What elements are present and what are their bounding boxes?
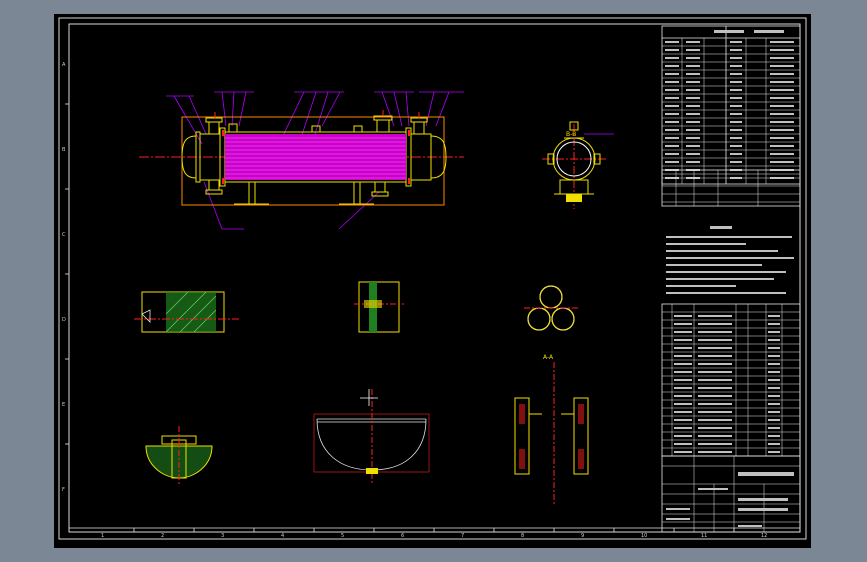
zone-ruler-bottom: 1 2 3 4 5 6 7 8 9 10 11 12 [69, 527, 800, 539]
detail-view-tube-layout [524, 285, 578, 331]
detail-view-1 [134, 291, 239, 333]
zone-letter-b: B [62, 147, 66, 153]
detail-view-head [313, 389, 430, 484]
zone-label-7: 7 [461, 533, 464, 539]
zone-label-3: 3 [221, 533, 224, 539]
zone-letter-f: F [62, 487, 65, 493]
cad-drawing: 1 2 3 4 5 6 7 8 9 10 11 12 A B C D E F B… [58, 17, 807, 540]
zone-label-6: 6 [401, 533, 404, 539]
zone-ruler-side: A B C D E F [62, 62, 69, 493]
zone-label-9: 9 [581, 533, 584, 539]
zone-label-8: 8 [521, 533, 524, 539]
section-a-a: A-A [514, 354, 589, 504]
detail-view-2 [354, 281, 404, 333]
zone-label-5: 5 [341, 533, 344, 539]
zone-letter-a: A [62, 62, 66, 68]
zone-letter-c: C [62, 232, 66, 238]
zone-label-12: 12 [761, 533, 767, 539]
detail-view-nozzle [145, 426, 213, 484]
zone-label-2: 2 [161, 533, 164, 539]
zone-label-11: 11 [701, 533, 707, 539]
section-a-label: A-A [543, 354, 554, 361]
zone-label-4: 4 [281, 533, 284, 539]
zone-letter-e: E [62, 402, 65, 408]
section-b-b: B-B [542, 121, 614, 209]
heat-exchanger-elevation [139, 91, 464, 230]
tube-bundle [225, 134, 406, 180]
technical-notes [666, 226, 794, 294]
zone-letter-d: D [62, 317, 66, 323]
zone-label-1: 1 [101, 533, 104, 539]
title-block-tables [661, 25, 801, 533]
crosshair-cursor-icon [360, 389, 378, 406]
zone-label-10: 10 [641, 533, 647, 539]
section-b-label: B-B [566, 131, 576, 138]
cad-viewport[interactable]: 1 2 3 4 5 6 7 8 9 10 11 12 A B C D E F B… [54, 14, 811, 548]
